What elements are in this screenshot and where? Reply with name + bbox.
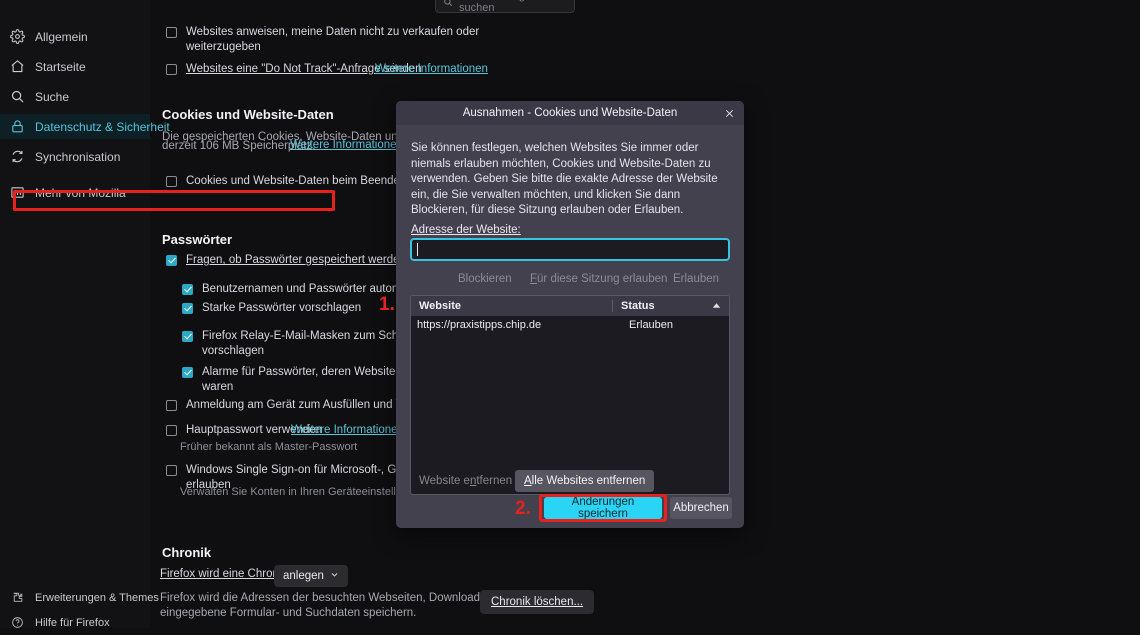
history-description-line2: eingegebene Formular- und Suchdaten spei…: [160, 607, 417, 619]
checkbox[interactable]: [166, 465, 177, 476]
mozilla-icon: [9, 184, 26, 201]
checkbox-row-do-not-sell[interactable]: Websites anweisen, meine Daten nicht zu …: [166, 25, 496, 55]
sidebar-item-label: Allgemein: [35, 29, 88, 44]
do-not-track-learn-more-link[interactable]: Weitere Informationen: [375, 63, 488, 75]
help-icon: [9, 614, 26, 631]
history-mode-value: anlegen: [283, 570, 324, 582]
home-icon: [9, 58, 26, 75]
cell-website: https://praxistipps.chip.de: [417, 319, 542, 331]
column-header-website[interactable]: Website: [411, 300, 612, 312]
sync-icon: [9, 148, 26, 165]
block-button[interactable]: Blockieren: [449, 268, 521, 290]
annotation-marker-1: 1.: [379, 294, 395, 315]
sidebar-item-label: Erweiterungen & Themes: [35, 591, 159, 604]
checkbox-label-line2: vorschlagen: [202, 345, 265, 357]
sidebar-item-suche[interactable]: Suche: [0, 84, 150, 109]
checkbox[interactable]: [166, 27, 177, 38]
sidebar-item-datenschutz-sicherheit[interactable]: Datenschutz & Sicherheit: [0, 114, 170, 139]
sidebar-item-label: Suche: [35, 89, 70, 104]
history-description-line1: Firefox wird die Adressen der besuchten …: [160, 592, 519, 604]
clear-history-button[interactable]: Chronik löschen...: [480, 590, 595, 614]
windows-sso-sublabel: Verwalten Sie Konten in Ihren Geräteeins…: [180, 486, 430, 498]
allow-button[interactable]: Erlauben: [664, 268, 728, 290]
allow-for-session-button[interactable]: Für diese Sitzung erlauben: [521, 268, 676, 290]
checkbox[interactable]: [182, 367, 193, 378]
checkbox-label: Websites anweisen, meine Daten nicht zu …: [186, 26, 480, 53]
cookies-learn-more-link[interactable]: Weitere Informationen: [290, 139, 403, 151]
checkbox[interactable]: [182, 284, 193, 295]
sidebar-item-label: Synchronisation: [35, 149, 121, 164]
history-prefix-label: Firefox wird eine Chronik: [160, 568, 288, 580]
master-password-sublabel: Früher bekannt als Master-Passwort: [180, 441, 358, 453]
master-password-learn-more-link[interactable]: Weitere Informationen: [291, 424, 404, 436]
checkbox[interactable]: [182, 303, 193, 314]
save-changes-button[interactable]: Änderungen speichern: [544, 496, 662, 520]
checkbox-row-suggest-strong-passwords[interactable]: Starke Passwörter vorschlagen: [182, 301, 361, 316]
exceptions-table[interactable]: Website Status https://praxistipps.chip.…: [410, 295, 730, 495]
puzzle-icon: [9, 589, 26, 606]
dialog-description: Sie können festlegen, welchen Websites S…: [411, 142, 718, 216]
section-title-chronik: Chronik: [162, 545, 212, 560]
checkbox-label: Starke Passwörter vorschlagen: [202, 302, 362, 314]
sidebar-item-mehr-von-mozilla[interactable]: Mehr von Mozilla: [0, 180, 150, 205]
section-title-cookies: Cookies und Website-Daten: [162, 107, 334, 122]
sidebar: Allgemein Startseite Suche Datenschutz &…: [0, 0, 170, 629]
sidebar-item-label: Mehr von Mozilla: [35, 185, 126, 200]
search-icon: [443, 0, 453, 7]
section-title-passwoerter: Passwörter: [162, 232, 233, 247]
checkbox[interactable]: [182, 331, 193, 342]
search-placeholder: In Einstellungen suchen: [459, 0, 537, 13]
checkbox[interactable]: [166, 176, 177, 187]
address-label: Adresse der Website:: [411, 224, 521, 236]
checkbox[interactable]: [166, 425, 177, 436]
checkbox-label-line2: waren: [202, 381, 234, 393]
dialog-titlebar: Ausnahmen - Cookies und Website-Daten: [396, 101, 744, 125]
address-input[interactable]: [410, 238, 730, 261]
sidebar-item-erweiterungen-themes[interactable]: Erweiterungen & Themes: [0, 585, 159, 610]
checkbox[interactable]: [166, 255, 177, 266]
sidebar-item-startseite[interactable]: Startseite: [0, 54, 150, 79]
text-caret: [417, 243, 418, 256]
sidebar-item-hilfe-fuer-firefox[interactable]: Hilfe für Firefox: [0, 610, 150, 635]
checkbox[interactable]: [166, 400, 177, 411]
close-icon[interactable]: [714, 101, 744, 125]
cell-status: Erlauben: [629, 319, 674, 331]
sidebar-item-label: Startseite: [35, 59, 86, 74]
lock-icon: [9, 118, 26, 135]
search-icon: [9, 88, 26, 105]
column-header-status[interactable]: Status: [612, 300, 729, 312]
chevron-down-icon: [330, 570, 339, 582]
table-header: Website Status: [411, 296, 729, 316]
cancel-button[interactable]: Abbrechen: [670, 497, 732, 519]
remove-all-websites-button[interactable]: Alle Websites entfernen: [515, 470, 655, 492]
annotation-marker-2: 2.: [515, 498, 531, 519]
history-mode-dropdown[interactable]: anlegen: [274, 565, 348, 587]
sidebar-item-synchronisation[interactable]: Synchronisation: [0, 144, 150, 169]
checkbox[interactable]: [166, 64, 177, 75]
exceptions-dialog: Ausnahmen - Cookies und Website-Daten Si…: [396, 101, 744, 528]
gear-icon: [9, 28, 26, 45]
remove-website-button[interactable]: Website entfernen: [411, 470, 520, 492]
search-input[interactable]: In Einstellungen suchen: [435, 0, 575, 13]
table-row[interactable]: https://praxistipps.chip.de Erlauben: [411, 316, 729, 334]
sidebar-item-allgemein[interactable]: Allgemein: [0, 24, 150, 49]
sort-ascending-icon: [712, 300, 721, 312]
dialog-title: Ausnahmen - Cookies und Website-Daten: [462, 107, 678, 119]
sidebar-item-label: Hilfe für Firefox: [35, 616, 110, 629]
